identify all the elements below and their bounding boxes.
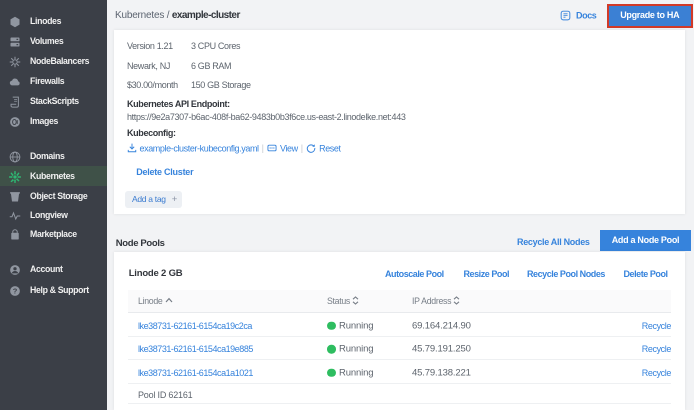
- svg-text:?: ?: [13, 286, 18, 295]
